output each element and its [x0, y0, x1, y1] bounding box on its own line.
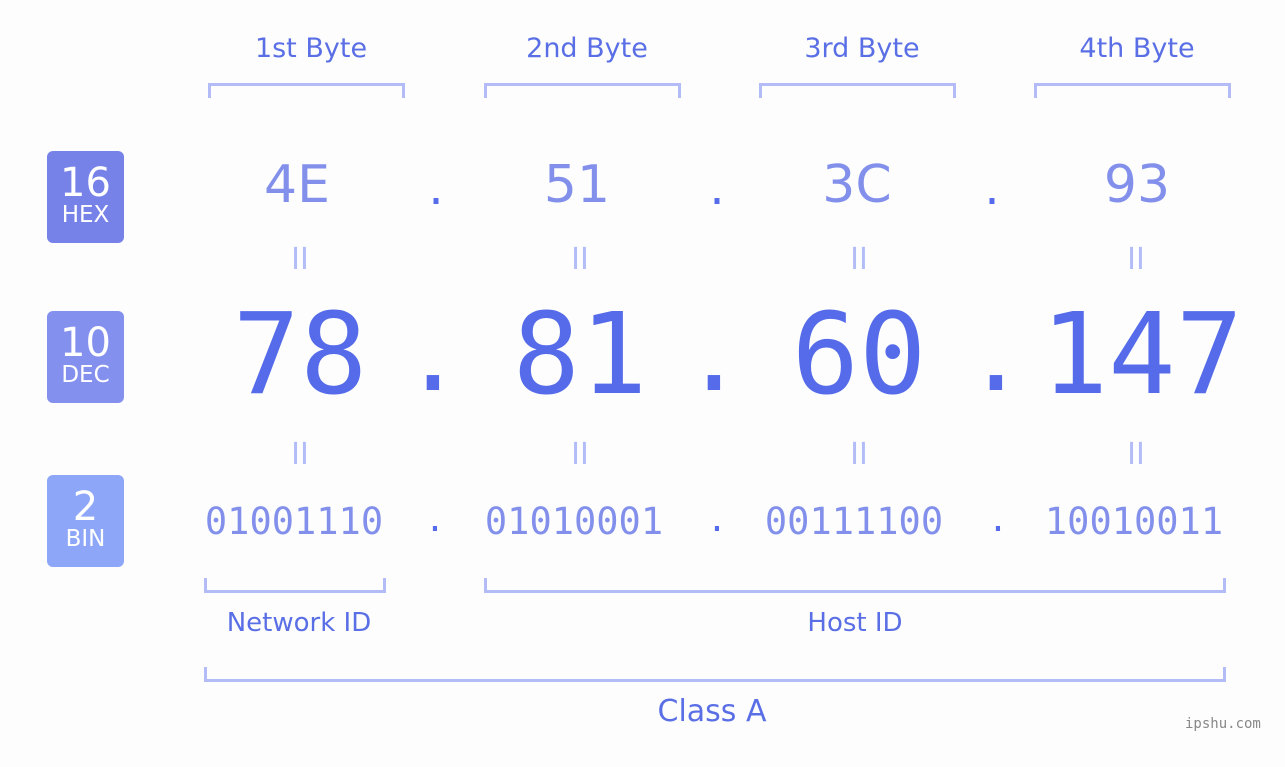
- host-id-bracket: [484, 578, 1226, 593]
- bin-separator: .: [428, 495, 442, 541]
- byte-label-1: 1st Byte: [254, 33, 368, 64]
- equals-sign: II: [1127, 437, 1145, 472]
- byte-label-3: 3rd Byte: [804, 33, 920, 64]
- bin-badge: 2 BIN: [47, 475, 124, 567]
- bin-value-4: 10010011: [1044, 500, 1224, 543]
- class-bracket: [204, 667, 1226, 682]
- equals-sign: II: [850, 437, 868, 472]
- hex-value-3: 3C: [822, 155, 892, 215]
- byte-label-4: 4th Byte: [1079, 33, 1195, 64]
- hex-value-4: 93: [1103, 155, 1171, 215]
- byte-bracket-1: [208, 83, 405, 98]
- bin-value-2: 01010001: [484, 500, 664, 543]
- bin-badge-number: 2: [72, 484, 99, 530]
- equals-sign: II: [571, 242, 589, 277]
- dec-separator: .: [976, 280, 1016, 419]
- class-label: Class A: [657, 694, 767, 729]
- bin-separator: .: [991, 495, 1005, 541]
- hex-value-1: 4E: [264, 155, 330, 215]
- dec-value-3: 60: [791, 290, 927, 420]
- bin-badge-label: BIN: [65, 526, 106, 552]
- hex-separator: .: [709, 160, 725, 216]
- hex-value-2: 51: [543, 155, 611, 215]
- hex-badge: 16 HEX: [47, 151, 124, 243]
- equals-sign: II: [291, 437, 309, 472]
- byte-bracket-3: [759, 83, 956, 98]
- equals-sign: II: [571, 437, 589, 472]
- dec-badge-number: 10: [60, 320, 111, 366]
- hex-badge-label: HEX: [61, 202, 110, 228]
- host-id-label: Host ID: [807, 608, 903, 638]
- equals-sign: II: [291, 242, 309, 277]
- network-id-label: Network ID: [226, 608, 372, 638]
- dec-value-1: 78: [232, 290, 368, 420]
- hex-badge-number: 16: [60, 160, 111, 206]
- byte-bracket-4: [1034, 83, 1231, 98]
- hex-separator: .: [984, 160, 1000, 216]
- bin-value-3: 00111100: [764, 500, 944, 543]
- watermark: ipshu.com: [1185, 716, 1261, 732]
- dec-separator: .: [413, 280, 453, 419]
- equals-sign: II: [1127, 242, 1145, 277]
- equals-sign: II: [850, 242, 868, 277]
- dec-separator: .: [694, 280, 734, 419]
- dec-value-4: 147: [1040, 290, 1244, 420]
- dec-badge: 10 DEC: [47, 311, 124, 403]
- hex-separator: .: [428, 160, 444, 216]
- byte-label-2: 2nd Byte: [526, 33, 648, 64]
- network-id-bracket: [204, 578, 386, 593]
- bin-separator: .: [710, 495, 724, 541]
- dec-value-2: 81: [512, 290, 648, 420]
- bin-value-1: 01001110: [204, 500, 384, 543]
- byte-bracket-2: [484, 83, 681, 98]
- dec-badge-label: DEC: [61, 362, 110, 388]
